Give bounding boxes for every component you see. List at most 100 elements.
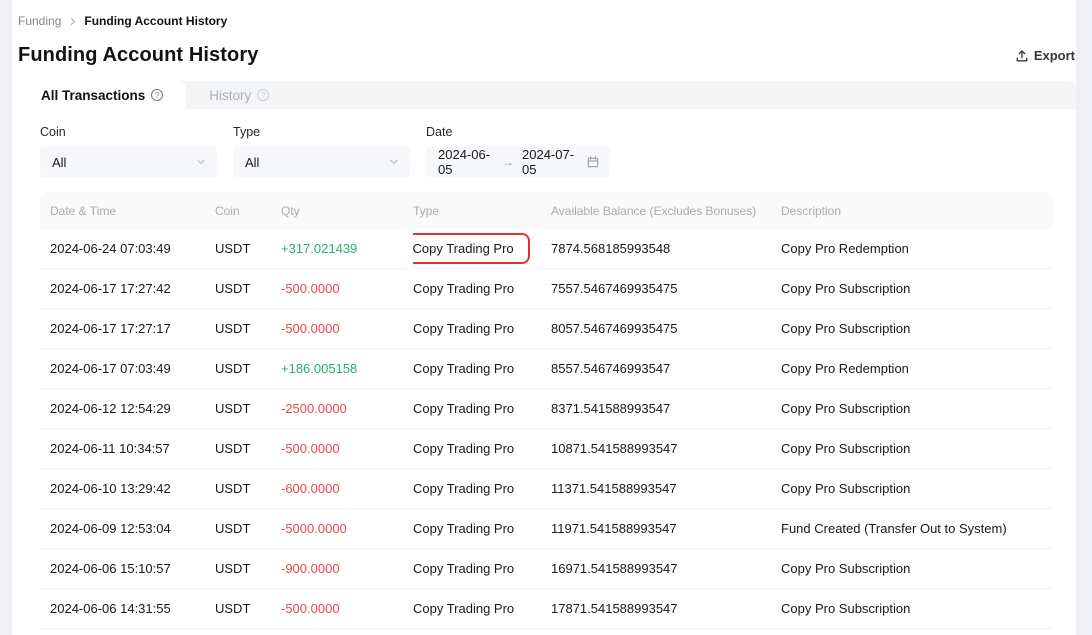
cell-balance: 16971.541588993547 xyxy=(551,561,781,576)
cell-coin: USDT xyxy=(215,441,281,456)
cell-qty: -500.0000 xyxy=(281,281,413,296)
cell-qty: -500.0000 xyxy=(281,321,413,336)
chevron-down-icon xyxy=(195,156,207,168)
cell-balance: 7557.5467469935475 xyxy=(551,281,781,296)
table-row: 2024-06-17 17:27:17 USDT -500.0000 Copy … xyxy=(40,309,1053,349)
coin-select[interactable]: All xyxy=(40,147,217,177)
breadcrumb: Funding Funding Account History xyxy=(12,0,1076,28)
help-icon[interactable]: ? xyxy=(151,89,163,101)
column-header: Available Balance (Excludes Bonuses) xyxy=(551,204,781,218)
cell-datetime: 2024-06-10 13:29:42 xyxy=(50,481,215,496)
cell-type: Copy Trading Pro xyxy=(413,561,514,576)
cell-description: Copy Pro Subscription xyxy=(781,481,1043,496)
date-filter-group: Date 2024-06-05 → 2024-07-05 xyxy=(426,125,610,177)
cell-description: Copy Pro Subscription xyxy=(781,441,1043,456)
export-icon xyxy=(1015,49,1029,63)
transactions-table: Date & TimeCoinQtyTypeAvailable Balance … xyxy=(40,192,1053,629)
column-header: Date & Time xyxy=(50,204,215,218)
cell-description: Copy Pro Subscription xyxy=(781,401,1043,416)
cell-datetime: 2024-06-09 12:53:04 xyxy=(50,521,215,536)
date-range-picker[interactable]: 2024-06-05 → 2024-07-05 xyxy=(426,147,610,177)
cell-description: Copy Pro Subscription xyxy=(781,321,1043,336)
table-row: 2024-06-10 13:29:42 USDT -600.0000 Copy … xyxy=(40,469,1053,509)
cell-type: Copy Trading Pro xyxy=(413,601,514,616)
cell-description: Copy Pro Subscription xyxy=(781,601,1043,616)
cell-qty: -600.0000 xyxy=(281,481,413,496)
cell-type: Copy Trading Pro xyxy=(413,521,514,536)
page-title: Funding Account History xyxy=(18,44,258,67)
cell-balance: 8057.5467469935475 xyxy=(551,321,781,336)
cell-type: Copy Trading Pro xyxy=(413,281,514,296)
tab-bar: All Transactions ? History ? xyxy=(18,81,1076,109)
tab-history[interactable]: History ? xyxy=(186,81,292,109)
table-row: 2024-06-24 07:03:49 USDT +317.021439 Cop… xyxy=(40,229,1053,269)
cell-datetime: 2024-06-17 07:03:49 xyxy=(50,361,215,376)
table-row: 2024-06-06 14:31:55 USDT -500.0000 Copy … xyxy=(40,589,1053,629)
coin-filter-label: Coin xyxy=(40,125,217,140)
table-row: 2024-06-17 07:03:49 USDT +186.005158 Cop… xyxy=(40,349,1053,389)
column-header: Coin xyxy=(215,204,281,218)
cell-type: Copy Trading Pro xyxy=(413,233,530,264)
cell-balance: 8371.541588993547 xyxy=(551,401,781,416)
column-header: Description xyxy=(781,204,1043,218)
type-select[interactable]: All xyxy=(233,147,410,177)
column-header: Type xyxy=(413,204,551,218)
cell-coin: USDT xyxy=(215,401,281,416)
cell-description: Fund Created (Transfer Out to System) xyxy=(781,521,1043,536)
type-select-value: All xyxy=(245,155,259,170)
cell-description: Copy Pro Subscription xyxy=(781,281,1043,296)
tab-history-label: History xyxy=(209,88,251,103)
cell-datetime: 2024-06-17 17:27:42 xyxy=(50,281,215,296)
filters-section: Coin All Type All Date 2024-06-05 → xyxy=(40,125,1053,177)
cell-coin: USDT xyxy=(215,481,281,496)
cell-type: Copy Trading Pro xyxy=(413,361,514,376)
tab-all-transactions-label: All Transactions xyxy=(41,88,145,103)
coin-select-value: All xyxy=(52,155,66,170)
tab-all-transactions[interactable]: All Transactions ? xyxy=(18,81,186,109)
cell-qty: +186.005158 xyxy=(281,361,413,376)
cell-balance: 8557.546746993547 xyxy=(551,361,781,376)
date-start-value[interactable]: 2024-06-05 xyxy=(438,147,494,177)
table-header-row: Date & TimeCoinQtyTypeAvailable Balance … xyxy=(40,192,1053,229)
calendar-icon[interactable] xyxy=(586,155,600,169)
cell-balance: 11371.541588993547 xyxy=(551,481,781,496)
arrow-right-icon: → xyxy=(502,155,514,169)
cell-qty: -500.0000 xyxy=(281,601,413,616)
page-container: Funding Funding Account History Funding … xyxy=(12,0,1076,635)
table-row: 2024-06-17 17:27:42 USDT -500.0000 Copy … xyxy=(40,269,1053,309)
breadcrumb-current: Funding Account History xyxy=(84,14,227,28)
type-filter-label: Type xyxy=(233,125,410,140)
cell-datetime: 2024-06-12 12:54:29 xyxy=(50,401,215,416)
column-header: Qty xyxy=(281,204,413,218)
cell-qty: -500.0000 xyxy=(281,441,413,456)
cell-datetime: 2024-06-17 17:27:17 xyxy=(50,321,215,336)
cell-datetime: 2024-06-06 15:10:57 xyxy=(50,561,215,576)
breadcrumb-funding-link[interactable]: Funding xyxy=(18,14,61,28)
cell-coin: USDT xyxy=(215,321,281,336)
table-row: 2024-06-06 15:10:57 USDT -900.0000 Copy … xyxy=(40,549,1053,589)
chevron-down-icon xyxy=(388,156,400,168)
cell-datetime: 2024-06-11 10:34:57 xyxy=(50,441,215,456)
cell-description: Copy Pro Redemption xyxy=(781,361,1043,376)
cell-type: Copy Trading Pro xyxy=(413,321,514,336)
cell-coin: USDT xyxy=(215,521,281,536)
cell-type: Copy Trading Pro xyxy=(413,481,514,496)
cell-description: Copy Pro Redemption xyxy=(781,241,1043,256)
cell-coin: USDT xyxy=(215,361,281,376)
chevron-right-icon xyxy=(68,17,77,26)
table-row: 2024-06-11 10:34:57 USDT -500.0000 Copy … xyxy=(40,429,1053,469)
date-filter-label: Date xyxy=(426,125,610,140)
cell-qty: -5000.0000 xyxy=(281,521,413,536)
cell-qty: -900.0000 xyxy=(281,561,413,576)
date-end-value[interactable]: 2024-07-05 xyxy=(522,147,578,177)
cell-datetime: 2024-06-06 14:31:55 xyxy=(50,601,215,616)
title-row: Funding Account History Export xyxy=(18,44,1076,67)
cell-balance: 10871.541588993547 xyxy=(551,441,781,456)
cell-qty: +317.021439 xyxy=(281,241,413,256)
cell-type: Copy Trading Pro xyxy=(413,401,514,416)
export-button[interactable]: Export xyxy=(1015,48,1076,63)
table-row: 2024-06-09 12:53:04 USDT -5000.0000 Copy… xyxy=(40,509,1053,549)
cell-coin: USDT xyxy=(215,241,281,256)
cell-balance: 11971.541588993547 xyxy=(551,521,781,536)
help-icon[interactable]: ? xyxy=(257,89,269,101)
